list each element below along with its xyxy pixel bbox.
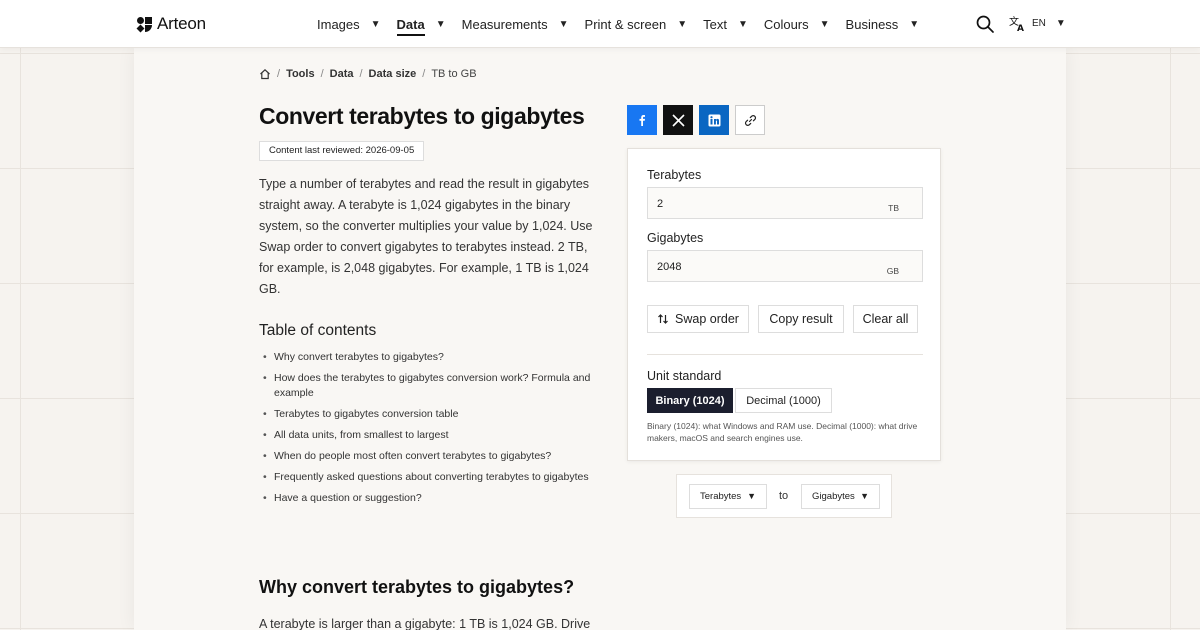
toc-item[interactable]: Terabytes to gigabytes conversion table [263,407,604,422]
share-facebook-button[interactable] [627,105,657,135]
terabytes-label: Terabytes [647,168,702,182]
terabytes-unit: TB [888,203,899,213]
nav-item-text[interactable]: Text ▼ [703,17,748,32]
from-unit-select[interactable]: Terabytes ▼ [689,484,767,509]
caret-down-icon: ▼ [1055,18,1066,29]
breadcrumb-separator: / [422,68,426,80]
nav-item-images[interactable]: Images ▼ [317,17,381,32]
caret-down-icon: ▼ [747,491,756,501]
terabytes-value: 2 [657,198,664,210]
swap-order-button[interactable]: Swap order [647,305,749,333]
nav-item-business[interactable]: Business ▼ [846,17,920,32]
caret-down-icon: ▼ [558,18,569,30]
copy-link-button[interactable] [735,105,765,135]
from-unit-value: Terabytes [700,491,742,502]
unit-standard-note: Binary (1024): what Windows and RAM use.… [647,421,918,443]
svg-text:A: A [1017,24,1024,32]
nav-item-measurements[interactable]: Measurements ▼ [462,17,569,32]
caret-down-icon: ▼ [435,18,446,30]
copy-result-label: Copy result [769,312,833,326]
converter-card: Terabytes 2 TB Gigabytes 2048 GB Swap or… [627,148,941,461]
caret-down-icon: ▼ [737,18,748,30]
nav-label: Data [396,17,425,36]
breadcrumb-link-data[interactable]: Data [330,68,354,80]
share-linkedin-button[interactable] [699,105,729,135]
caret-down-icon: ▼ [819,18,830,30]
terabytes-input[interactable]: 2 TB [647,187,923,219]
intro-text: Type a number of terabytes and read the … [259,177,593,296]
gigabytes-unit: GB [886,266,899,276]
table-of-contents: Why convert terabytes to gigabytes? How … [263,350,604,512]
nav-label: Text [703,16,727,32]
nav-label: Images [317,16,360,32]
toc-item[interactable]: Have a question or suggestion? [263,491,604,506]
breadcrumb-separator: / [359,68,363,80]
to-unit-value: Gigabytes [812,491,855,502]
nav-item-colours[interactable]: Colours ▼ [764,17,830,32]
card-divider [647,354,923,355]
reviewed-badge: Content last reviewed: 2026-09-05 [259,141,425,161]
caret-down-icon: ▼ [677,18,688,30]
share-buttons [627,105,765,135]
translate-icon: 文 A [1009,15,1024,32]
nav-label: Business [845,16,899,32]
nav-label: Print & screen [584,16,667,32]
top-navigation-bar: Arteon Images ▼ Data ▼ Measurements ▼ Pr… [0,0,1200,48]
toc-item[interactable]: Frequently asked questions about convert… [263,470,604,485]
language-selector[interactable]: 文 A EN ▼ [1009,15,1066,32]
section-text: A terabyte is larger than a gigabyte: 1 … [259,617,591,630]
share-x-button[interactable] [663,105,693,135]
linkedin-icon [708,114,720,126]
search-icon [976,15,994,33]
gigabytes-label: Gigabytes [647,231,704,245]
breadcrumb-separator: / [277,68,281,80]
caret-down-icon: ▼ [909,18,920,30]
decimal-standard-toggle[interactable]: Decimal (1000) [735,388,832,413]
toc-item[interactable]: When do people most often convert teraby… [263,449,604,464]
caret-down-icon: ▼ [370,18,381,30]
brand-logo[interactable]: Arteon [136,14,206,34]
nav-label: Colours [763,16,809,32]
breadcrumb-separator: / [320,68,324,80]
brand-name: Arteon [157,14,206,33]
breadcrumb: / Tools / Data / Data size / TB to GB [259,68,477,80]
gigabytes-value: 2048 [657,261,682,273]
toc-title: Table of contents [259,322,377,339]
language-code: EN [1032,18,1046,29]
breadcrumb-link-tools[interactable]: Tools [286,68,315,80]
facebook-icon [639,115,645,126]
gigabytes-input[interactable]: 2048 GB [647,250,923,282]
breadcrumb-link-data-size[interactable]: Data size [369,68,417,80]
nav-item-print-screen[interactable]: Print & screen ▼ [585,17,688,32]
caret-down-icon: ▼ [860,491,869,501]
toc-item[interactable]: Why convert terabytes to gigabytes? [263,350,604,365]
main-nav: Images ▼ Data ▼ Measurements ▼ Print & s… [317,0,935,48]
toc-item[interactable]: All data units, from smallest to largest [263,428,604,443]
switcher-to-word: to [779,490,789,502]
unit-standard-label: Unit standard [647,369,722,383]
clear-all-button[interactable]: Clear all [853,305,918,333]
section-title: Why convert terabytes to gigabytes? [259,577,575,597]
nav-item-data[interactable]: Data ▼ [396,13,446,36]
nav-label: Measurements [461,16,548,32]
clear-all-label: Clear all [862,312,909,326]
binary-standard-toggle[interactable]: Binary (1024) [647,388,733,413]
toc-item[interactable]: How does the terabytes to gigabytes conv… [263,371,604,401]
logo-mark-icon [136,16,152,32]
home-icon[interactable] [259,68,271,80]
to-unit-select[interactable]: Gigabytes ▼ [801,484,880,509]
x-icon [671,113,685,127]
swap-icon [658,314,668,324]
swap-order-label: Swap order [675,312,739,326]
search-button[interactable] [975,14,995,34]
page-title: Convert terabytes to gigabytes [259,103,585,129]
copy-result-button[interactable]: Copy result [758,305,844,333]
link-icon [744,114,756,126]
unit-switcher: Terabytes ▼ to Gigabytes ▼ [676,474,892,518]
breadcrumb-current: TB to GB [431,68,477,80]
